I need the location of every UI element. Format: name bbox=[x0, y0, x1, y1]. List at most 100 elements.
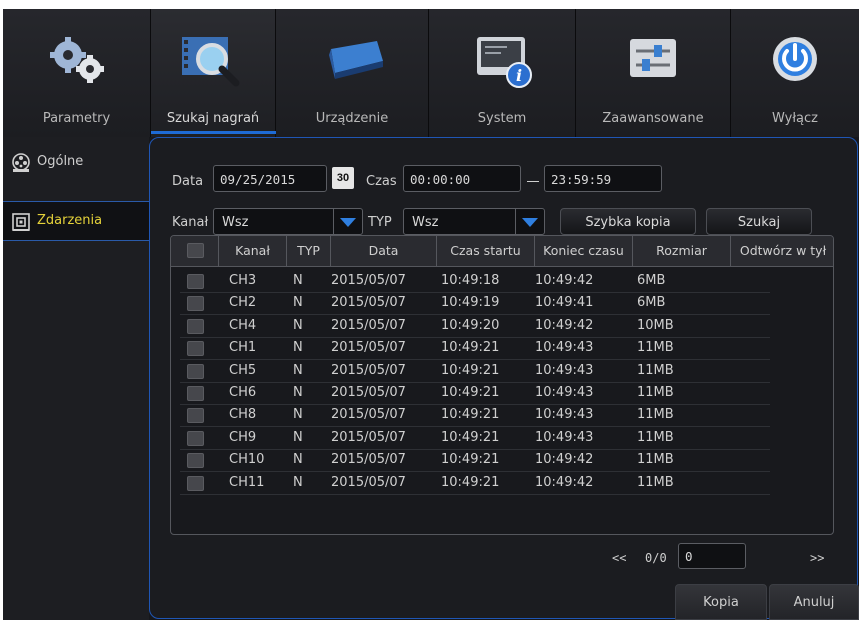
time-label: Czas bbox=[366, 174, 397, 189]
sidebar-item-ogolne[interactable]: Ogólne bbox=[3, 143, 149, 183]
row-checkbox[interactable] bbox=[187, 475, 204, 491]
svg-text:i: i bbox=[516, 66, 522, 85]
table-cell-size: 6MB bbox=[637, 273, 666, 288]
table-row[interactable]: CH1 N 2015/05/07 10:49:21 10:49:43 11MB bbox=[171, 337, 771, 361]
row-checkbox[interactable] bbox=[187, 453, 204, 469]
table-row[interactable]: CH10 N 2015/05/07 10:49:21 10:49:42 11MB bbox=[171, 449, 771, 473]
nav-item-system[interactable]: i System bbox=[429, 9, 576, 137]
search-button[interactable]: Szukaj bbox=[706, 208, 812, 235]
table-cell-type: N bbox=[293, 474, 303, 490]
film-reel-icon bbox=[12, 153, 30, 172]
nav-label: Parametry bbox=[42, 111, 111, 126]
table-cell-start: 10:49:21 bbox=[441, 340, 500, 356]
sidebar: Ogólne Zdarzenia bbox=[3, 137, 149, 620]
table-cell-end: 10:49:42 bbox=[535, 474, 594, 490]
table-cell-size: 6MB bbox=[637, 295, 666, 311]
prev-page-button[interactable]: << bbox=[612, 551, 626, 565]
table-cell-date: 2015/05/07 bbox=[331, 429, 406, 445]
channel-select[interactable]: Wsz bbox=[213, 208, 363, 235]
table-cell-date: 2015/05/07 bbox=[331, 452, 406, 468]
table-cell-type: N bbox=[293, 317, 303, 333]
table-cell-size: 11MB bbox=[637, 385, 674, 400]
calendar-icon[interactable]: 30 bbox=[332, 167, 354, 189]
chevron-down-icon bbox=[515, 209, 538, 234]
table-row[interactable]: CH8 N 2015/05/07 10:49:21 10:49:43 11MB bbox=[171, 404, 771, 428]
table-header: Kanał TYP Data Czas startu Koniec czasu … bbox=[171, 236, 833, 267]
table-row[interactable]: CH11 N 2015/05/07 10:49:21 10:49:42 11MB bbox=[171, 472, 771, 495]
page-input[interactable]: 0 bbox=[678, 543, 746, 569]
table-cell-size: 11MB bbox=[637, 452, 674, 468]
hard-drive-icon bbox=[329, 41, 383, 79]
table-row[interactable]: CH3 N 2015/05/07 10:49:18 10:49:42 6MB bbox=[171, 270, 771, 293]
table-cell-start: 10:49:21 bbox=[441, 407, 500, 423]
column-header: Koniec czasu bbox=[535, 236, 633, 266]
copy-button[interactable]: Kopia bbox=[675, 584, 767, 620]
active-nav-indicator bbox=[151, 131, 276, 134]
table-cell-start: 10:49:20 bbox=[441, 317, 500, 333]
channel-label: Kanał bbox=[172, 215, 209, 230]
table-row[interactable]: CH2 N 2015/05/07 10:49:19 10:49:41 6MB bbox=[171, 292, 771, 316]
header-select-all[interactable] bbox=[171, 236, 219, 266]
table-cell-end: 10:49:43 bbox=[535, 429, 594, 445]
time-to-field[interactable]: 23:59:59 bbox=[544, 165, 662, 192]
type-select[interactable]: Wsz bbox=[403, 208, 545, 235]
nav-item-parametry[interactable]: Parametry bbox=[3, 9, 151, 137]
row-checkbox[interactable] bbox=[187, 363, 204, 379]
table-cell-date: 2015/05/07 bbox=[331, 362, 406, 378]
row-checkbox[interactable] bbox=[187, 386, 204, 401]
sidebar-item-label: Zdarzenia bbox=[37, 213, 103, 228]
table-cell-date: 2015/05/07 bbox=[331, 273, 406, 288]
column-header: TYP bbox=[287, 236, 331, 266]
table-cell-start: 10:49:21 bbox=[441, 452, 500, 468]
table-cell-channel: CH1 bbox=[229, 340, 257, 356]
table-cell-channel: CH2 bbox=[229, 295, 257, 311]
video-search-icon bbox=[182, 37, 240, 87]
channel-select-value: Wsz bbox=[222, 215, 249, 230]
table-cell-size: 10MB bbox=[637, 317, 674, 333]
row-checkbox[interactable] bbox=[187, 318, 204, 334]
select-all-checkbox[interactable] bbox=[187, 243, 204, 258]
table-cell-date: 2015/05/07 bbox=[331, 295, 406, 311]
row-checkbox[interactable] bbox=[187, 430, 204, 446]
quick-copy-button[interactable]: Szybka kopia bbox=[560, 208, 696, 235]
table-cell-channel: CH6 bbox=[229, 385, 257, 400]
table-cell-end: 10:49:43 bbox=[535, 385, 594, 400]
time-range-dash bbox=[527, 181, 539, 182]
table-cell-start: 10:49:19 bbox=[441, 295, 500, 311]
nav-item-zaawansowane[interactable]: Zaawansowane bbox=[576, 9, 731, 137]
table-cell-size: 11MB bbox=[637, 340, 674, 356]
table-cell-type: N bbox=[293, 385, 303, 400]
table-row[interactable]: CH6 N 2015/05/07 10:49:21 10:49:43 11MB bbox=[171, 382, 771, 405]
table-cell-channel: CH5 bbox=[229, 362, 257, 378]
table-cell-type: N bbox=[293, 273, 303, 288]
row-checkbox[interactable] bbox=[187, 274, 204, 289]
row-checkbox[interactable] bbox=[187, 341, 204, 357]
nav-item-wylacz[interactable]: Wyłącz bbox=[731, 9, 859, 137]
row-checkbox[interactable] bbox=[187, 408, 204, 424]
table-cell-type: N bbox=[293, 362, 303, 378]
table-cell-channel: CH3 bbox=[229, 273, 257, 288]
nav-label: Szukaj nagrań bbox=[166, 111, 260, 126]
gears-icon bbox=[49, 37, 104, 83]
page-status: 0/0 bbox=[645, 551, 667, 565]
table-cell-start: 10:49:18 bbox=[441, 273, 500, 288]
time-from-field[interactable]: 00:00:00 bbox=[403, 165, 521, 192]
nav-item-szukaj-nagran[interactable]: Szukaj nagrań bbox=[151, 9, 276, 137]
date-field[interactable]: 09/25/2015 bbox=[213, 165, 327, 192]
event-film-icon bbox=[12, 213, 30, 231]
power-icon bbox=[773, 37, 817, 81]
table-row[interactable]: CH9 N 2015/05/07 10:49:21 10:49:43 11MB bbox=[171, 427, 771, 450]
next-page-button[interactable]: >> bbox=[810, 551, 824, 565]
table-cell-date: 2015/05/07 bbox=[331, 385, 406, 400]
sidebar-item-zdarzenia[interactable]: Zdarzenia bbox=[3, 201, 149, 241]
cancel-button[interactable]: Anuluj bbox=[769, 584, 859, 620]
sidebar-item-label: Ogólne bbox=[37, 154, 84, 169]
nav-item-urzadzenie[interactable]: Urządzenie bbox=[276, 9, 429, 137]
sliders-icon bbox=[630, 39, 676, 77]
table-row[interactable]: CH5 N 2015/05/07 10:49:21 10:49:43 11MB bbox=[171, 360, 771, 383]
table-cell-type: N bbox=[293, 429, 303, 445]
event-search-panel: Data 09/25/2015 30 Czas 00:00:00 23:59:5… bbox=[149, 137, 858, 619]
table-cell-date: 2015/05/07 bbox=[331, 317, 406, 333]
table-row[interactable]: CH4 N 2015/05/07 10:49:20 10:49:42 10MB bbox=[171, 315, 771, 338]
row-checkbox[interactable] bbox=[187, 296, 204, 312]
